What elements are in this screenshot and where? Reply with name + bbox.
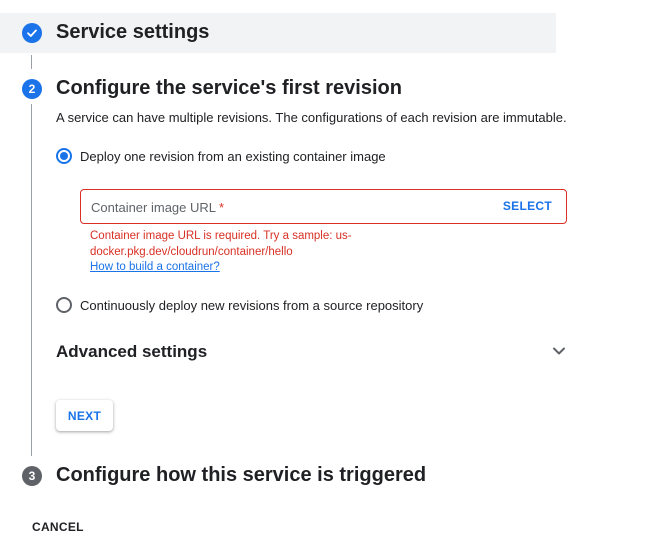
step-3-number: 3 [22, 466, 42, 486]
step-3-title[interactable]: Configure how this service is triggered [56, 464, 426, 487]
chevron-down-icon[interactable] [552, 344, 566, 363]
step-1-title[interactable]: Service settings [56, 21, 209, 44]
step-connector [31, 55, 32, 69]
container-image-url-field[interactable]: Container image URL * SELECT [80, 189, 567, 225]
step-2-number: 2 [22, 79, 42, 99]
radio-source-repository-label: Continuously deploy new revisions from a… [80, 297, 424, 313]
check-icon [22, 23, 42, 43]
advanced-settings-toggle[interactable]: Advanced settings [56, 341, 568, 363]
step-2-title: Configure the service's first revision [56, 77, 402, 99]
radio-selected-icon[interactable] [56, 148, 72, 164]
how-to-build-container-link[interactable]: How to build a container? [90, 261, 220, 273]
radio-unselected-icon[interactable] [56, 297, 72, 313]
advanced-settings-label: Advanced settings [56, 342, 208, 361]
next-button[interactable]: NEXT [56, 400, 113, 431]
radio-source-repository[interactable]: Continuously deploy new revisions from a… [56, 297, 423, 313]
step-connector [31, 104, 32, 456]
radio-existing-image-label: Deploy one revision from an existing con… [80, 148, 386, 164]
select-image-button[interactable]: SELECT [503, 199, 552, 213]
container-image-url-input[interactable] [81, 190, 495, 225]
radio-existing-image[interactable]: Deploy one revision from an existing con… [56, 148, 386, 164]
cancel-button[interactable]: CANCEL [32, 520, 84, 534]
revision-description: A service can have multiple revisions. T… [56, 110, 567, 125]
container-image-error: Container image URL is required. Try a s… [90, 230, 352, 258]
